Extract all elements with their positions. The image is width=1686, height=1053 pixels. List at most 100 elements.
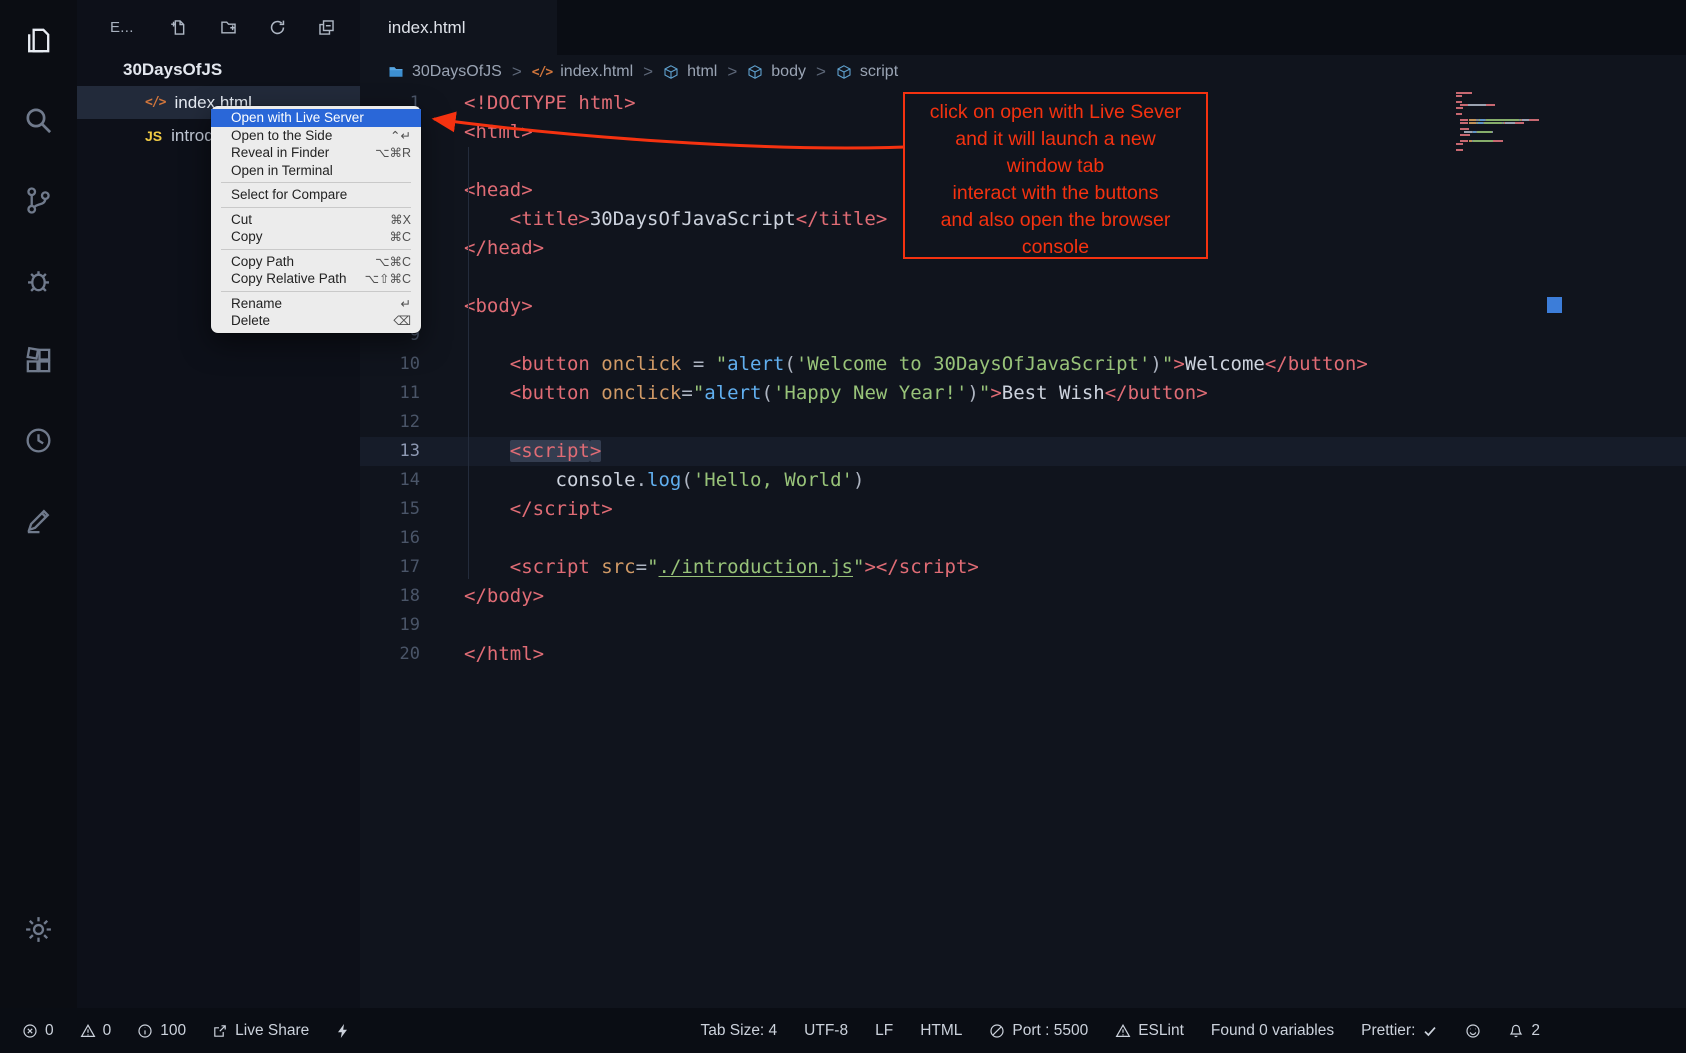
status-live-share[interactable]: Live Share bbox=[212, 1022, 309, 1040]
minimap-line bbox=[1456, 107, 1546, 109]
status-variables[interactable]: Found 0 variables bbox=[1211, 1022, 1334, 1040]
status-language-mode-text: HTML bbox=[920, 1022, 962, 1040]
status-encoding-text: UTF-8 bbox=[804, 1022, 848, 1040]
minimap[interactable] bbox=[1456, 92, 1546, 152]
code-text: <title>30DaysOfJavaScript</title> bbox=[464, 205, 887, 234]
breadcrumb-item-script[interactable]: script bbox=[836, 63, 898, 81]
line-number: 15 bbox=[360, 495, 420, 524]
breadcrumb-label: body bbox=[771, 63, 806, 81]
code-line-16[interactable]: 16 bbox=[360, 524, 1686, 553]
menu-item-open-with-live-server[interactable]: Open with Live Server bbox=[211, 109, 421, 127]
status-variables-text: Found 0 variables bbox=[1211, 1022, 1334, 1040]
code-line-19[interactable]: 19 bbox=[360, 611, 1686, 640]
menu-separator bbox=[221, 291, 411, 292]
status-notifications[interactable]: 2 bbox=[1508, 1022, 1540, 1040]
feedback-icon[interactable] bbox=[15, 496, 63, 544]
status-tab-size[interactable]: Tab Size: 4 bbox=[700, 1022, 777, 1040]
code-line-20[interactable]: 20</html> bbox=[360, 640, 1686, 669]
breadcrumb-item-index-html[interactable]: </>index.html bbox=[532, 63, 633, 81]
menu-item-open-to-the-side[interactable]: Open to the Side⌃↵ bbox=[211, 127, 421, 145]
menu-item-select-for-compare[interactable]: Select for Compare bbox=[211, 186, 421, 204]
warning-icon bbox=[1115, 1023, 1131, 1039]
menu-item-rename[interactable]: Rename↵ bbox=[211, 295, 421, 313]
breadcrumb-separator-icon: > bbox=[512, 62, 522, 82]
breadcrumb-item-html[interactable]: html bbox=[663, 63, 717, 81]
minimap-line bbox=[1456, 98, 1546, 100]
annotation-text-line: and it will launch a new bbox=[905, 126, 1206, 153]
explorer-title: E... bbox=[110, 19, 170, 36]
menu-item-delete[interactable]: Delete⌫ bbox=[211, 312, 421, 330]
code-line-14[interactable]: 14 console.log('Hello, World') bbox=[360, 466, 1686, 495]
status-bar-left: 0 0 100 Live Share bbox=[0, 1022, 351, 1040]
code-line-8[interactable]: 8<body> bbox=[360, 292, 1686, 321]
extensions-icon[interactable] bbox=[15, 336, 63, 384]
line-number: 16 bbox=[360, 524, 420, 553]
status-errors[interactable]: 0 bbox=[22, 1022, 54, 1040]
menu-item-label: Cut bbox=[231, 212, 252, 227]
tab-label: index.html bbox=[388, 18, 465, 38]
menu-item-cut[interactable]: Cut ⌘X bbox=[211, 211, 421, 229]
refresh-icon[interactable] bbox=[268, 18, 287, 37]
tab-index-html[interactable]: index.html bbox=[360, 0, 558, 55]
menu-item-copy-relative-path[interactable]: Copy Relative Path⌥⇧⌘C bbox=[211, 270, 421, 288]
annotation-text-line: and also open the browser bbox=[905, 207, 1206, 234]
minimap-line bbox=[1456, 101, 1546, 103]
breadcrumb-separator-icon: > bbox=[816, 62, 826, 82]
breadcrumb-item-30daysofjs[interactable]: 30DaysOfJS bbox=[388, 63, 502, 81]
status-warnings-text: 0 bbox=[103, 1022, 112, 1040]
status-prettier[interactable]: Prettier: bbox=[1361, 1022, 1438, 1040]
status-port[interactable]: Port : 5500 bbox=[989, 1022, 1088, 1040]
new-file-icon[interactable] bbox=[170, 18, 189, 37]
status-eslint[interactable]: ESLint bbox=[1115, 1022, 1184, 1040]
code-line-13[interactable]: 13 <script> bbox=[360, 437, 1686, 466]
annotation-text-line: click on open with Live Sever bbox=[905, 99, 1206, 126]
explorer-icon[interactable] bbox=[15, 16, 63, 64]
code-line-9[interactable]: 9 bbox=[360, 321, 1686, 350]
status-zap[interactable] bbox=[335, 1023, 351, 1039]
settings-gear-icon[interactable] bbox=[15, 905, 63, 953]
breadcrumb-label: script bbox=[860, 63, 898, 81]
code-text: </body> bbox=[464, 582, 544, 611]
status-eol[interactable]: LF bbox=[875, 1022, 893, 1040]
menu-item-shortcut: ⌥⌘R bbox=[375, 145, 411, 160]
code-line-18[interactable]: 18</body> bbox=[360, 582, 1686, 611]
line-number: 19 bbox=[360, 611, 420, 640]
status-encoding[interactable]: UTF-8 bbox=[804, 1022, 848, 1040]
status-feedback-smiley[interactable] bbox=[1465, 1023, 1481, 1039]
history-icon[interactable] bbox=[15, 416, 63, 464]
folder-row-30daysofjs[interactable]: 30DaysOfJS bbox=[77, 53, 360, 86]
menu-item-open-in-terminal[interactable]: Open in Terminal bbox=[211, 162, 421, 180]
code-line-17[interactable]: 17 <script src="./introduction.js"></scr… bbox=[360, 553, 1686, 582]
annotation-text-line: window tab bbox=[905, 153, 1206, 180]
minimap-line bbox=[1456, 137, 1546, 139]
html-icon: </> bbox=[532, 65, 552, 80]
source-control-icon[interactable] bbox=[15, 176, 63, 224]
search-icon[interactable] bbox=[15, 96, 63, 144]
status-live-share-text: Live Share bbox=[235, 1022, 309, 1040]
code-text: <html> bbox=[464, 118, 533, 147]
code-line-12[interactable]: 12 bbox=[360, 408, 1686, 437]
menu-item-shortcut: ⌘X bbox=[390, 212, 411, 227]
breadcrumb-separator-icon: > bbox=[727, 62, 737, 82]
menu-item-label: Rename bbox=[231, 296, 282, 311]
activity-bar-top bbox=[0, 0, 77, 544]
menu-item-reveal-in-finder[interactable]: Reveal in Finder⌥⌘R bbox=[211, 144, 421, 162]
code-line-10[interactable]: 10 <button onclick = "alert('Welcome to … bbox=[360, 350, 1686, 379]
code-line-11[interactable]: 11 <button onclick="alert('Happy New Yea… bbox=[360, 379, 1686, 408]
status-prettier-text: Prettier: bbox=[1361, 1022, 1415, 1040]
breadcrumb-item-body[interactable]: body bbox=[747, 63, 806, 81]
collapse-folders-icon[interactable] bbox=[317, 18, 336, 37]
code-line-7[interactable]: 7 bbox=[360, 263, 1686, 292]
new-folder-icon[interactable] bbox=[219, 18, 238, 37]
status-info-metric[interactable]: 100 bbox=[137, 1022, 186, 1040]
debug-icon[interactable] bbox=[15, 256, 63, 304]
annotation-text-line: console bbox=[905, 234, 1206, 261]
status-language-mode[interactable]: HTML bbox=[920, 1022, 962, 1040]
status-eslint-text: ESLint bbox=[1138, 1022, 1184, 1040]
code-line-15[interactable]: 15 </script> bbox=[360, 495, 1686, 524]
menu-item-copy-path[interactable]: Copy Path⌥⌘C bbox=[211, 253, 421, 271]
status-warnings[interactable]: 0 bbox=[80, 1022, 112, 1040]
code-text: console.log('Hello, World') bbox=[464, 466, 864, 495]
menu-item-copy[interactable]: Copy⌘C bbox=[211, 228, 421, 246]
activity-bar-bottom bbox=[0, 905, 77, 953]
